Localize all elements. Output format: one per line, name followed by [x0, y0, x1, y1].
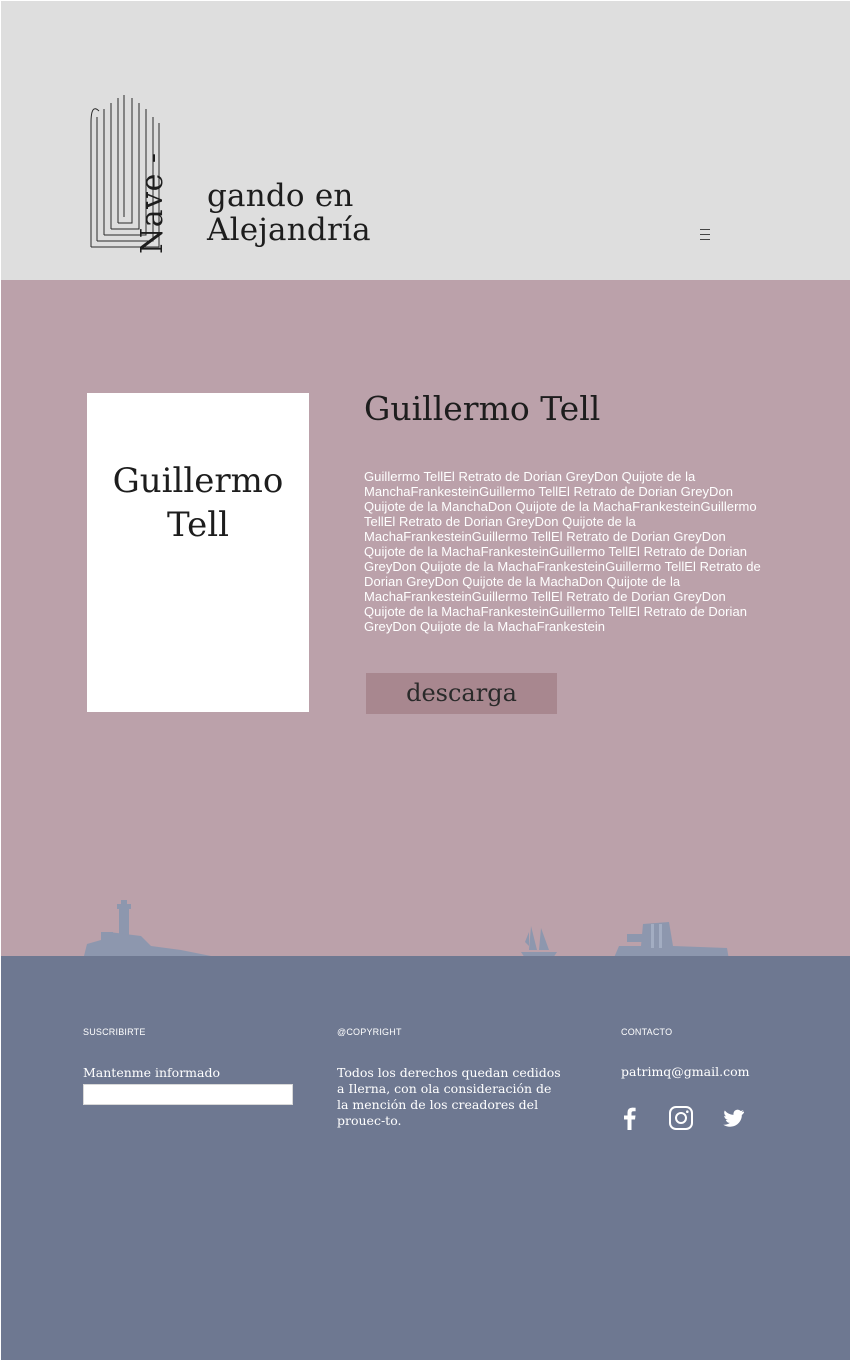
instagram-icon[interactable]	[667, 1104, 695, 1132]
site-footer	[1, 956, 850, 1360]
book-cover: Guillermo Tell	[87, 393, 309, 712]
brand-line-1: gando en	[207, 178, 354, 214]
skyline-illustration	[1, 900, 850, 960]
brand-vertical: Nave -	[135, 152, 170, 254]
copyright-heading: @COPYRIGHT	[337, 1027, 402, 1037]
subscribe-email-input[interactable]	[83, 1084, 293, 1105]
subscribe-label: Mantenme informado	[83, 1065, 221, 1080]
facebook-icon[interactable]	[616, 1104, 644, 1132]
copyright-text: Todos los derechos quedan cedidos a Iler…	[337, 1065, 561, 1128]
twitter-icon[interactable]	[719, 1104, 747, 1132]
download-button[interactable]: descarga	[366, 673, 557, 714]
menu-icon[interactable]	[698, 225, 712, 245]
cover-title: Guillermo Tell	[112, 461, 284, 545]
contact-heading: CONTACTO	[621, 1027, 673, 1037]
brand-line-2: Alejandría	[207, 212, 371, 248]
subscribe-heading: SUSCRIBIRTE	[83, 1027, 146, 1037]
contact-email[interactable]: patrimq@gmail.com	[621, 1064, 749, 1080]
book-title: Guillermo Tell	[364, 389, 601, 428]
book-description: Guillermo TellEl Retrato de Dorian GreyD…	[364, 469, 761, 634]
logo-vertical-text: Nave -	[135, 152, 204, 254]
